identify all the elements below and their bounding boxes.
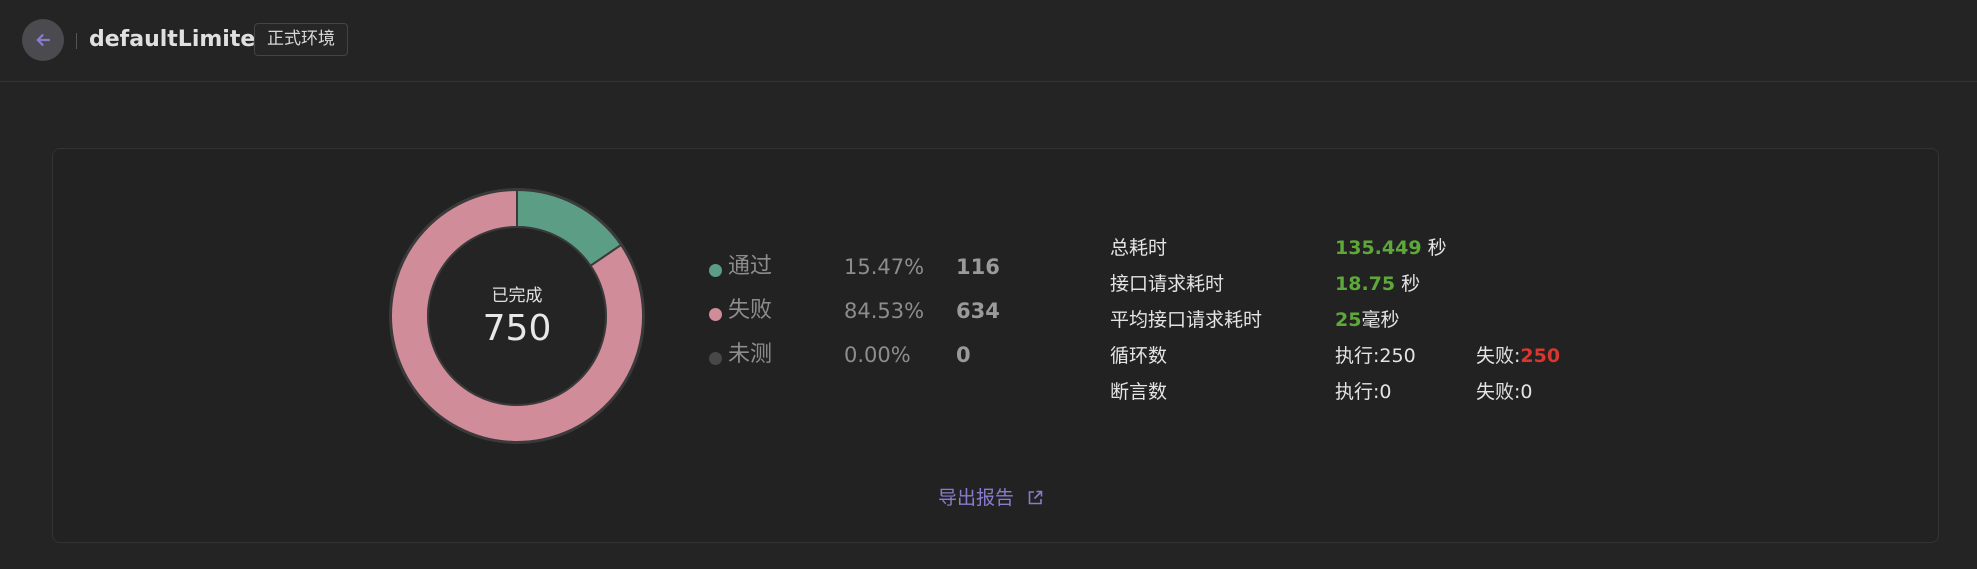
- arrow-left-icon: [36, 34, 51, 46]
- loop-count-label: 循环数: [1110, 345, 1168, 367]
- assert-fail-label: 失败:: [1476, 381, 1521, 403]
- page-title: defaultLimiter: [89, 27, 267, 52]
- page-header: defaultLimiter 正式环境: [0, 0, 1977, 82]
- assert-fail: 失败:0: [1476, 378, 1533, 406]
- back-button[interactable]: [22, 19, 64, 61]
- legend-count: 634: [956, 299, 1000, 323]
- donut-center-label: 已完成: [491, 285, 543, 306]
- assert-exec: 执行:0: [1335, 378, 1392, 406]
- loop-fail: 失败:250: [1476, 342, 1560, 370]
- header-divider: [76, 33, 77, 49]
- legend-name: 未测: [728, 342, 773, 367]
- legend-dot-pass: [709, 264, 722, 277]
- total-time-label: 总耗时: [1110, 237, 1168, 259]
- loop-fail-label: 失败:: [1476, 345, 1521, 367]
- avg-time-number: 25: [1335, 309, 1362, 331]
- assert-exec-value: 0: [1379, 381, 1392, 403]
- api-time-unit: 秒: [1401, 273, 1421, 295]
- legend-count: 116: [956, 255, 1000, 279]
- total-time-unit: 秒: [1427, 237, 1447, 259]
- export-report-label: 导出报告: [938, 487, 1015, 509]
- external-link-icon: [1026, 489, 1044, 507]
- legend-percent: 84.53%: [844, 299, 925, 323]
- avg-time-label: 平均接口请求耗时: [1110, 309, 1263, 331]
- legend-item-fail: 失败 84.53% 634: [709, 295, 1069, 327]
- loop-exec-value: 250: [1379, 345, 1416, 367]
- total-time-number: 135.449: [1335, 237, 1422, 259]
- avg-time-unit: 毫秒: [1361, 309, 1400, 331]
- legend-dot-fail: [709, 308, 722, 321]
- avg-time-value: 25毫秒: [1335, 306, 1399, 334]
- legend-count: 0: [956, 343, 971, 367]
- loop-exec-label: 执行:: [1335, 345, 1380, 367]
- assert-count-label: 断言数: [1110, 381, 1168, 403]
- export-report-link[interactable]: 导出报告: [938, 484, 1044, 512]
- loop-exec: 执行:250: [1335, 342, 1416, 370]
- legend-item-untested: 未测 0.00% 0: [709, 339, 1069, 371]
- donut-center: 已完成 750: [386, 185, 648, 447]
- legend-name: 失败: [728, 298, 773, 323]
- assert-exec-label: 执行:: [1335, 381, 1380, 403]
- api-time-number: 18.75: [1335, 273, 1396, 295]
- legend-name: 通过: [728, 254, 773, 279]
- legend-percent: 15.47%: [844, 255, 925, 279]
- result-donut-chart: 已完成 750: [386, 185, 648, 447]
- legend-percent: 0.00%: [844, 343, 911, 367]
- donut-total-count: 750: [482, 307, 552, 349]
- assert-fail-value: 0: [1520, 381, 1533, 403]
- loop-fail-value: 250: [1520, 345, 1561, 367]
- legend-item-pass: 通过 15.47% 116: [709, 251, 1069, 283]
- api-time-label: 接口请求耗时: [1110, 273, 1225, 295]
- total-time-value: 135.449 秒: [1335, 234, 1447, 262]
- report-summary-card: 已完成 750 通过 15.47% 116 失败 84.53% 634 未测 0…: [52, 148, 1939, 543]
- environment-badge: 正式环境: [254, 23, 348, 56]
- api-time-value: 18.75 秒: [1335, 270, 1420, 298]
- legend-dot-untested: [709, 352, 722, 365]
